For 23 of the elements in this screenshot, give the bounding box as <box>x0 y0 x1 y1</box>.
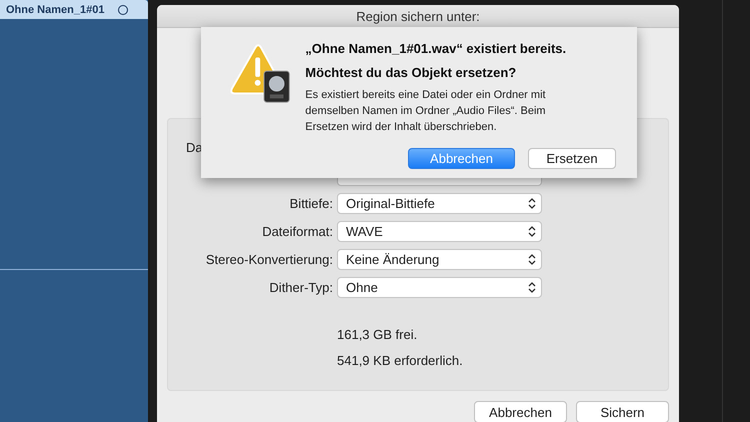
field-label: Stereo-Konvertierung: <box>204 252 333 266</box>
popup-menu[interactable]: WAVE <box>337 220 542 242</box>
popup-menu[interactable]: Keine Änderung <box>337 248 542 270</box>
field-label: Bittiefe: <box>288 196 333 210</box>
alert-title: „Ohne Namen_1#01.wav“ existiert bereits. Möchtest du das Objekt ersetzen? <box>305 40 568 82</box>
chevron-icon <box>528 224 536 238</box>
chevron-icon <box>528 196 536 210</box>
cancel-button[interactable]: Abbrechen <box>474 401 567 422</box>
track-region[interactable]: Ohne Namen_1#01 <box>0 0 150 422</box>
alert-message: Es existiert bereits eine Datei oder ein Ordner mit demselben Namen im Ordner „Audio Files“. Beim Ersetzen wird der Inhalt überschrieben. <box>305 88 547 135</box>
window-title: Region sichern unter: <box>356 8 480 24</box>
circle-icon <box>118 4 128 14</box>
confirm-button[interactable]: Ersetzen <box>528 148 616 169</box>
required-space-text: 541,9 KB erforderlich. <box>337 353 464 368</box>
field-label: Dither-Typ: <box>268 280 333 294</box>
popup-menu[interactable]: Ohne <box>337 276 542 298</box>
chevron-icon <box>528 252 536 266</box>
chevron-icon <box>528 280 536 294</box>
confirm-button[interactable]: Sichern <box>576 401 669 422</box>
popup-menu[interactable]: Original-Bittiefe <box>337 192 542 214</box>
free-space-text: 161,3 GB frei. <box>337 327 418 342</box>
field-label: Dateiformat: <box>261 224 333 238</box>
region-title: Ohne Namen_1#01 <box>6 4 104 16</box>
